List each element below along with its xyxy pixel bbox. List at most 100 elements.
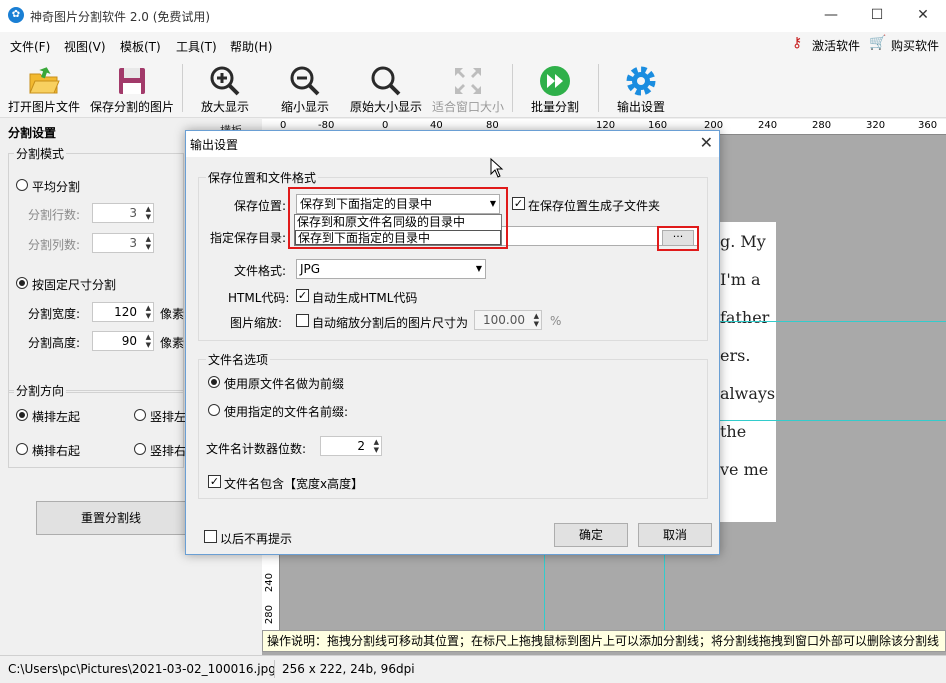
stepper-arrows-icon: ▲ ▼: [145, 333, 151, 349]
toolbar: 打开图片文件 保存分割的图片 放大显示 缩小显示 原始大小显示 适合窗口大小 批…: [0, 58, 946, 118]
html-code-label: HTML代码:: [228, 291, 290, 305]
use-custom-prefix-radio[interactable]: [208, 404, 220, 416]
output-settings-button[interactable]: 输出设置: [610, 58, 672, 116]
stepper-arrows-icon: ▲ ▼: [373, 438, 379, 454]
html-code-checkbox[interactable]: ✓: [296, 289, 309, 302]
save-location-label: 保存位置:: [234, 199, 287, 213]
scale-unit: %: [550, 314, 562, 328]
vertical-right-label: 竖排右: [150, 444, 187, 458]
scale-stepper[interactable]: 100.00 ▲ ▼: [474, 310, 542, 330]
gear-icon: [626, 66, 656, 96]
dialog-close-button[interactable]: ✕: [700, 133, 713, 152]
vertical-right-radio[interactable]: [134, 443, 146, 455]
menu-bar: 文件(F) 视图(V) 模板(T) 工具(T) 帮助(H) ⚷ 激活软件 🛒 购…: [0, 32, 946, 58]
vertical-left-radio[interactable]: [134, 409, 146, 421]
horizontal-left-radio[interactable]: [16, 409, 28, 421]
folder-open-icon: [29, 67, 60, 94]
menu-view[interactable]: 视图(V): [64, 38, 106, 55]
app-logo-icon: ✿: [8, 7, 24, 23]
split-guide-line[interactable]: [720, 321, 946, 322]
doc-text-line: g. My: [720, 232, 766, 251]
horizontal-right-radio[interactable]: [16, 443, 28, 455]
ok-button[interactable]: 确定: [554, 523, 628, 547]
stepper-arrows-icon: ▲ ▼: [533, 312, 539, 328]
ruler-tick: 360: [918, 120, 938, 131]
batch-split-button[interactable]: 批量分割: [524, 58, 586, 116]
fit-window-button[interactable]: 适合窗口大小: [428, 58, 508, 116]
zoom-out-icon: [290, 66, 320, 96]
zoom-in-button[interactable]: 放大显示: [194, 58, 256, 116]
toolbar-separator: [182, 64, 183, 112]
original-size-button[interactable]: 原始大小显示: [346, 58, 426, 116]
subfolder-checkbox[interactable]: ✓: [512, 197, 525, 210]
dropdown-arrow-icon: ▼: [475, 264, 482, 273]
ruler-tick: 320: [866, 120, 886, 131]
even-split-label: 平均分割: [32, 180, 81, 194]
use-original-name-radio[interactable]: [208, 376, 220, 388]
save-images-button[interactable]: 保存分割的图片: [88, 58, 176, 116]
fixed-size-radio[interactable]: [16, 277, 28, 289]
no-prompt-checkbox[interactable]: [204, 530, 217, 543]
width-label: 分割宽度:: [28, 307, 81, 321]
magnifier-icon: [371, 66, 401, 96]
subfolder-label: 在保存位置生成子文件夹: [528, 199, 661, 213]
hint-bar: 操作说明：拖拽分割线可移动其位置；在标尺上拖拽鼠标到图片上可以添加分割线；将分割…: [262, 630, 946, 652]
close-button[interactable]: ✕: [900, 0, 946, 32]
stepper-arrows-icon: ▲ ▼: [145, 235, 151, 251]
doc-text-line: always: [720, 384, 776, 403]
include-size-label: 文件名包含【宽度x高度】: [224, 477, 364, 491]
zoom-out-button[interactable]: 缩小显示: [274, 58, 336, 116]
menu-template[interactable]: 模板(T): [120, 38, 161, 55]
status-bar: C:\Users\pc\Pictures\2021-03-02_100016.j…: [0, 655, 946, 683]
menu-tools[interactable]: 工具(T): [176, 38, 217, 55]
width-stepper[interactable]: 120 ▲ ▼: [92, 302, 154, 322]
image-scale-label: 图片缩放:: [230, 316, 283, 330]
rows-stepper[interactable]: 3 ▲ ▼: [92, 203, 154, 223]
floppy-disk-icon: [119, 68, 145, 94]
format-label: 文件格式:: [234, 264, 287, 278]
horizontal-right-label: 横排右起: [32, 444, 81, 458]
ruler-tick: 240: [264, 573, 275, 593]
minimize-button[interactable]: —: [808, 0, 854, 32]
activate-link[interactable]: 激活软件: [812, 37, 860, 54]
split-guide-line[interactable]: [720, 420, 946, 421]
key-icon: ⚷: [792, 35, 803, 51]
reset-lines-button[interactable]: 重置分割线: [36, 501, 186, 535]
cart-icon: 🛒: [869, 35, 887, 51]
fast-forward-icon: [540, 66, 570, 96]
buy-link[interactable]: 购买软件: [891, 37, 939, 54]
counter-digits-stepper[interactable]: 2 ▲ ▼: [320, 436, 382, 456]
format-select[interactable]: JPG ▼: [296, 259, 486, 279]
window-title: 神奇图片分割软件 2.0 (免费试用): [30, 10, 211, 24]
dialog-titlebar: [186, 131, 719, 157]
split-guide-line[interactable]: [664, 555, 665, 630]
maximize-button[interactable]: ☐: [854, 0, 900, 32]
direction-group-label: 分割方向: [14, 382, 67, 399]
zoom-in-icon: [210, 66, 240, 96]
image-scale-check-label: 自动缩放分割后的图片尺寸为: [312, 316, 469, 330]
image-scale-checkbox[interactable]: [296, 314, 309, 327]
menu-help[interactable]: 帮助(H): [230, 38, 272, 55]
menu-file[interactable]: 文件(F): [10, 38, 50, 55]
include-size-checkbox[interactable]: ✓: [208, 475, 221, 488]
save-dir-label: 指定保存目录:: [210, 231, 287, 245]
cols-label: 分割列数:: [28, 238, 81, 252]
no-prompt-label: 以后不再提示: [220, 532, 293, 546]
cancel-button[interactable]: 取消: [638, 523, 712, 547]
image-info-status: 256 x 222, 24b, 96dpi: [282, 662, 415, 676]
doc-text-line: father: [720, 308, 770, 327]
open-image-button[interactable]: 打开图片文件: [4, 58, 84, 116]
panel-title: 分割设置: [8, 126, 57, 140]
split-guide-line[interactable]: [544, 555, 545, 630]
location-format-label: 保存位置和文件格式: [206, 169, 319, 186]
use-custom-prefix-label: 使用指定的文件名前缀:: [224, 405, 349, 419]
save-location-highlight-box: [288, 187, 508, 249]
cols-stepper[interactable]: 3 ▲ ▼: [92, 233, 154, 253]
doc-text-line: the: [720, 422, 747, 441]
height-stepper[interactable]: 90 ▲ ▼: [92, 331, 154, 351]
even-split-radio[interactable]: [16, 179, 28, 191]
ruler-tick: 280: [264, 605, 275, 625]
stepper-arrows-icon: ▲ ▼: [145, 304, 151, 320]
height-label: 分割高度:: [28, 336, 81, 350]
stepper-arrows-icon: ▲ ▼: [145, 205, 151, 221]
